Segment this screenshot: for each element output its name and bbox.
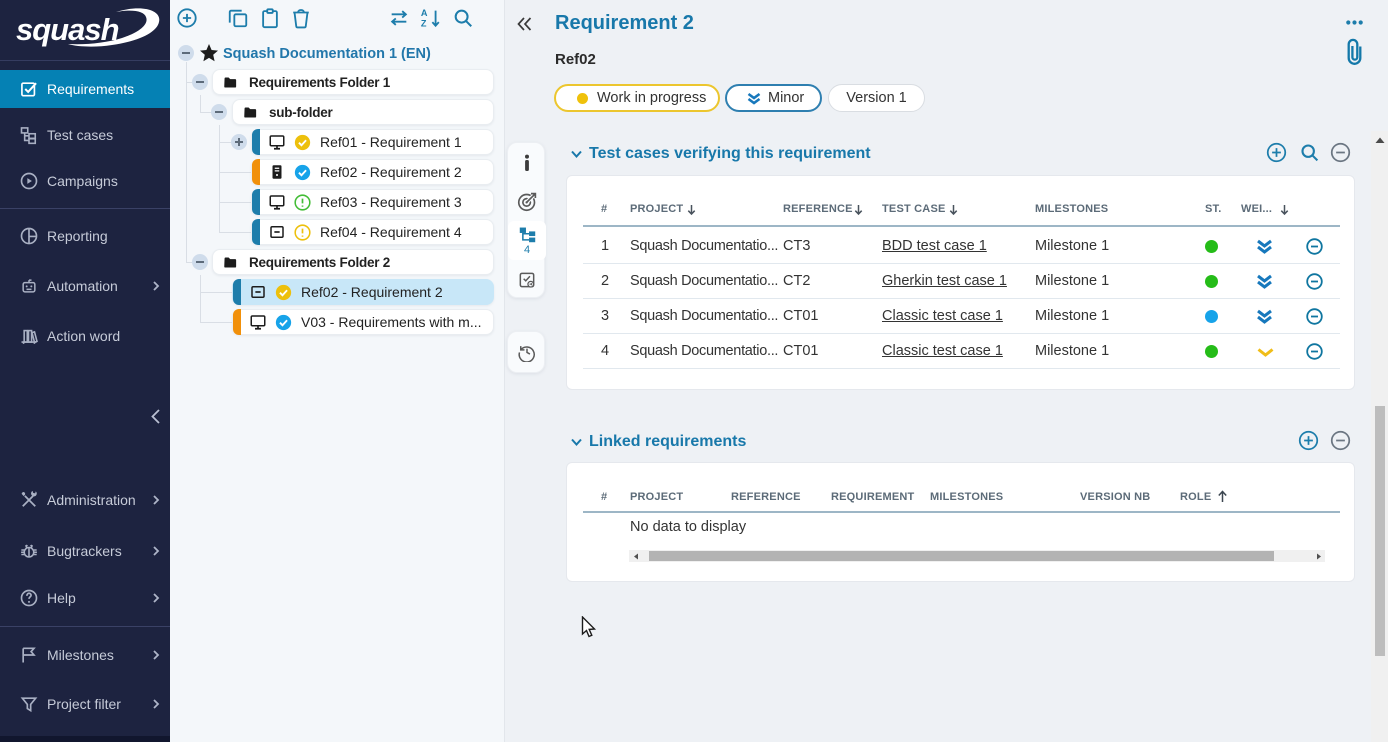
- svg-text:Z: Z: [421, 18, 427, 28]
- svg-text:A: A: [421, 8, 428, 18]
- svg-text:squash: squash: [16, 12, 119, 47]
